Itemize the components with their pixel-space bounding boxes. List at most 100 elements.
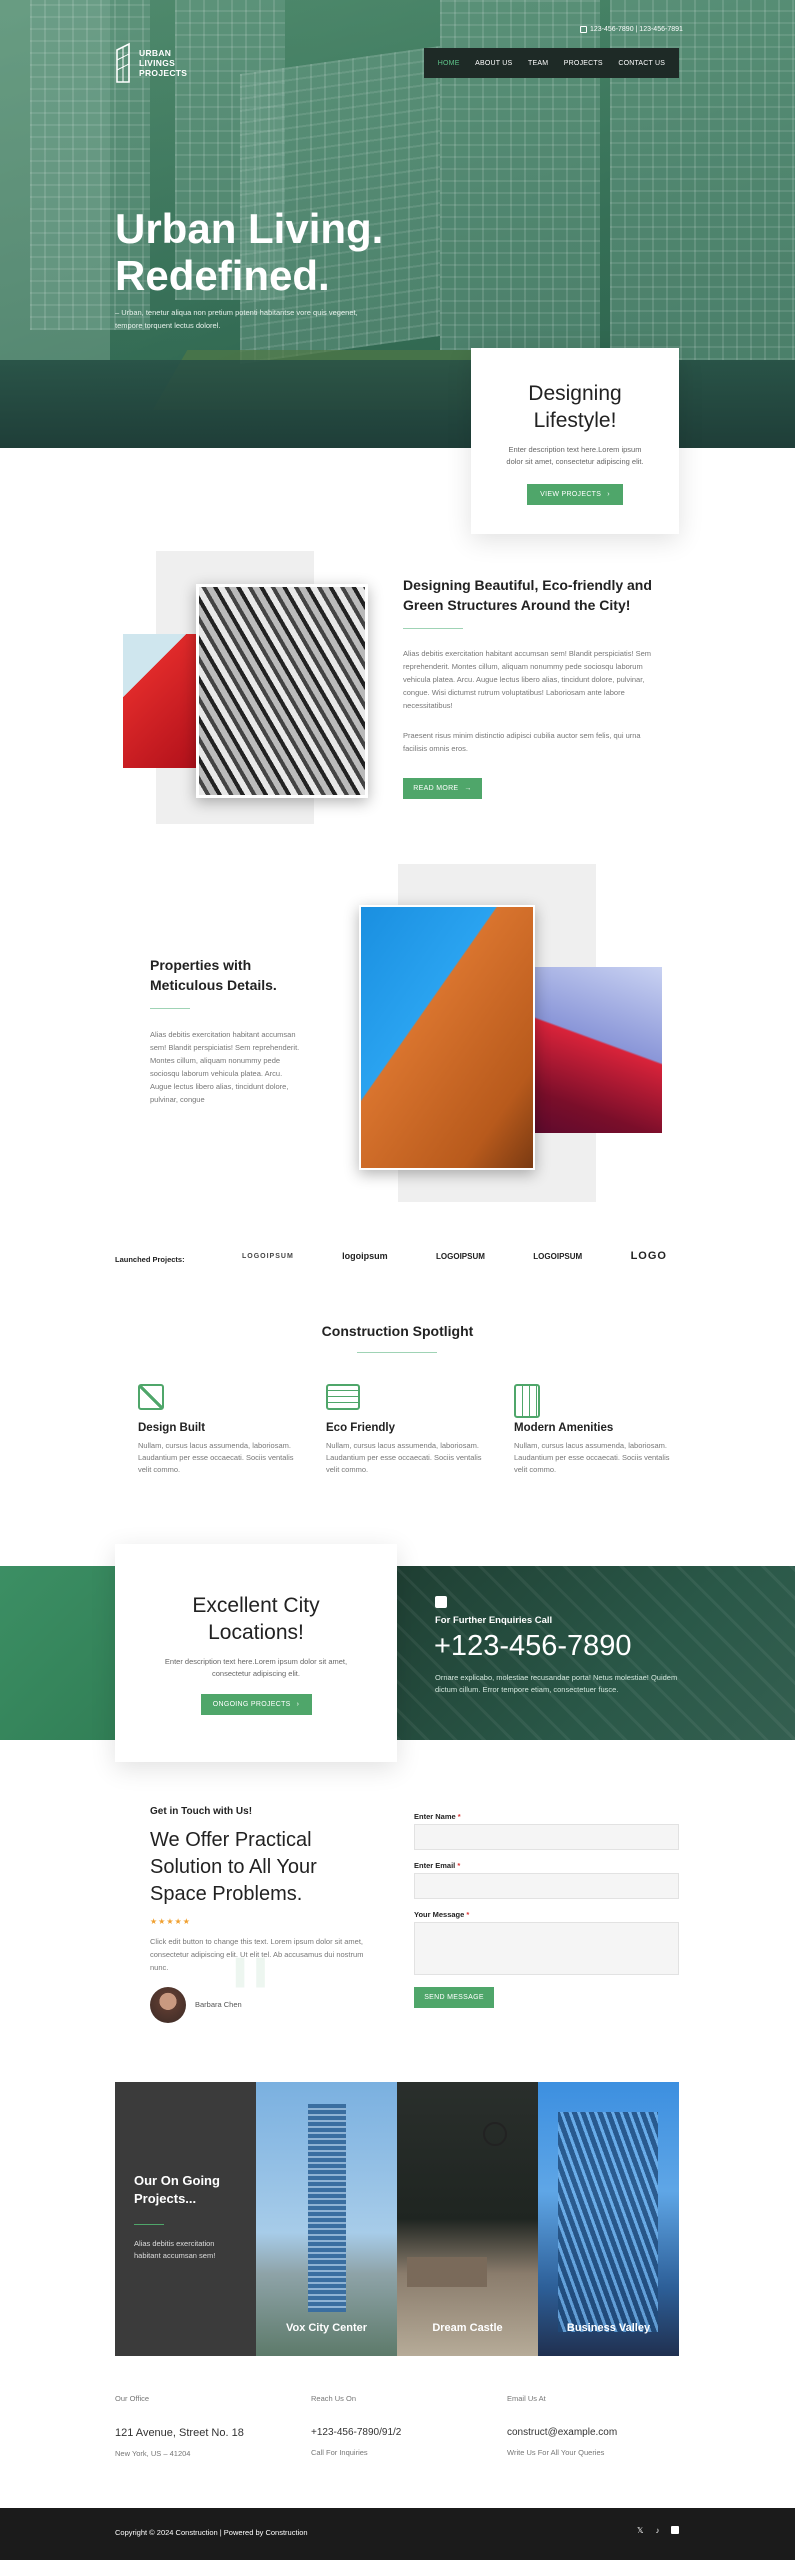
contact-title: We Offer Practical Solution to All Your …	[150, 1829, 317, 1905]
rating-stars: ★★★★★	[150, 1917, 191, 1926]
reach-phone[interactable]: +123-456-7890/91/2	[311, 2427, 401, 2438]
email-input[interactable]	[414, 1873, 679, 1899]
copyright-text: Copyright © 2024 Construction | Powered …	[115, 2528, 308, 2537]
nav-team[interactable]: TEAM	[528, 60, 548, 67]
office-address: 121 Avenue, Street No. 18	[115, 2427, 244, 2439]
email-address[interactable]: construct@example.com	[507, 2427, 617, 2438]
enquiries-phone[interactable]: +123-456-7890	[434, 1630, 632, 1663]
view-projects-label: VIEW PROJECTS	[540, 491, 602, 498]
partner-logo-1[interactable]: LOGOIPSUM	[242, 1253, 294, 1260]
view-projects-button[interactable]: VIEW PROJECTS ›	[527, 484, 623, 505]
office-city: New York, US – 41204	[115, 2449, 191, 2458]
top-phone[interactable]: 123-456-7890 | 123-456-7891	[580, 26, 683, 33]
read-more-label: READ MORE	[413, 785, 459, 792]
required-mark: *	[466, 1910, 470, 1919]
read-more-button[interactable]: READ MORE →	[403, 778, 482, 799]
quote-mark-icon: "	[225, 1936, 276, 2064]
email-label: Email Us At	[507, 2394, 546, 2403]
reach-label: Reach Us On	[311, 2394, 357, 2403]
nav-about[interactable]: ABOUT US	[475, 60, 512, 67]
tiktok-icon[interactable]: ♪	[655, 2526, 659, 2535]
email-label-text: Enter Email	[414, 1861, 456, 1870]
feature-design-built: Design Built Nullam, cursus lacus assume…	[138, 1384, 298, 1476]
properties-title: Properties with Meticulous Details.	[150, 957, 277, 993]
facebook-icon[interactable]	[671, 2526, 680, 2534]
arrow-right-icon: →	[464, 785, 472, 792]
properties-title-underline	[150, 1008, 190, 1009]
project-card-dream-castle[interactable]: Dream Castle	[397, 2082, 538, 2356]
office-label: Our Office	[115, 2394, 150, 2403]
author-avatar	[150, 1987, 186, 2023]
orange-building-image	[359, 905, 535, 1170]
nav-contact[interactable]: CONTACT US	[618, 60, 665, 67]
required-mark: *	[457, 1812, 461, 1821]
tower-image	[308, 2104, 346, 2312]
hero-title-line-2: Redefined.	[115, 252, 330, 299]
projects-underline	[134, 2224, 164, 2225]
site-logo[interactable]: URBAN LIVINGS PROJECTS	[115, 42, 187, 84]
building-plan-icon	[514, 1384, 540, 1418]
hero-title: Urban Living. Redefined.	[115, 205, 383, 299]
phone-icon	[580, 26, 587, 33]
partner-logo-5[interactable]: LOGO	[631, 1250, 667, 1262]
nav-projects[interactable]: PROJECTS	[564, 60, 603, 67]
project-label-1: Vox City Center	[285, 2322, 368, 2334]
ongoing-projects-label: ONGOING PROJECTS	[212, 1701, 291, 1708]
project-label-3: Business Valley	[566, 2322, 651, 2334]
feature-text-1: Nullam, cursus lacus assumenda, laborios…	[138, 1441, 294, 1474]
properties-text: Alias debitis exercitation habitant accu…	[150, 1030, 300, 1104]
partner-logo-2[interactable]: logoipsum	[342, 1251, 388, 1261]
chevron-right-icon: ›	[296, 1701, 300, 1708]
send-message-button[interactable]: SEND MESSAGE	[414, 1987, 494, 2008]
partner-logo-3[interactable]: LOGOIPSUM	[436, 1252, 485, 1261]
feature-text-3: Nullam, cursus lacus assumenda, laborios…	[514, 1441, 670, 1474]
hero-subtitle: – Urban, tenetur aliqua non pretium pote…	[115, 308, 358, 330]
footer-reach: Reach Us On +123-456-7890/91/2 Call For …	[311, 2394, 401, 2457]
contact-kicker: Get in Touch with Us!	[150, 1806, 253, 1817]
project-card-vox-city[interactable]: Vox City Center	[256, 2082, 397, 2356]
ruler-pencil-icon	[138, 1384, 164, 1410]
projects-text: Alias debitis exercitation habitant accu…	[134, 2239, 216, 2260]
name-label-text: Enter Name	[414, 1812, 456, 1821]
escalator-image	[196, 584, 368, 798]
project-card-business-valley[interactable]: Business Valley	[538, 2082, 679, 2356]
message-textarea[interactable]	[414, 1922, 679, 1975]
projects-intro-panel	[115, 2082, 256, 2356]
projects-title: Our On Going Projects...	[134, 2173, 220, 2206]
city-locations-card: Excellent City Locations! Enter descript…	[115, 1544, 397, 1762]
red-glass-building-image	[532, 967, 662, 1133]
about-title: Designing Beautiful, Eco-friendly and Gr…	[403, 577, 652, 613]
blueprint-icon	[326, 1384, 360, 1410]
top-phone-text: 123-456-7890 | 123-456-7891	[590, 26, 683, 33]
launched-logos: LOGOIPSUM logoipsum LOGOIPSUM LOGOIPSUM …	[242, 1250, 667, 1262]
reach-sub: Call For Inquiries	[311, 2448, 368, 2457]
designing-card-text: Enter description text here.Lorem ipsum …	[506, 445, 644, 466]
message-label: Your Message *	[414, 1910, 469, 1919]
social-icons: 𝕏 ♪	[637, 2526, 680, 2535]
feature-title-3: Modern Amenities	[514, 1422, 614, 1434]
required-mark: *	[457, 1861, 461, 1870]
sofa-image	[407, 2257, 487, 2287]
enquiries-text: Ornare explicabo, molestiae recusandae p…	[435, 1673, 678, 1694]
project-label-2: Dream Castle	[432, 2322, 503, 2334]
ongoing-projects-button[interactable]: ONGOING PROJECTS ›	[200, 1694, 312, 1715]
main-nav: HOME ABOUT US TEAM PROJECTS CONTACT US	[424, 48, 679, 78]
about-paragraph-2: Praesent risus minim distinctio adipisci…	[403, 731, 641, 753]
about-paragraph-1: Alias debitis exercitation habitant accu…	[403, 649, 652, 710]
name-input[interactable]	[414, 1824, 679, 1850]
red-architecture-image	[123, 634, 199, 768]
designing-lifestyle-card: Designing Lifestyle! Enter description t…	[471, 348, 679, 534]
feature-eco-friendly: Eco Friendly Nullam, cursus lacus assume…	[326, 1384, 486, 1476]
enquiries-label: For Further Enquiries Call	[435, 1615, 553, 1626]
logo-line-1: URBAN	[139, 48, 172, 58]
feature-title-1: Design Built	[138, 1422, 206, 1434]
about-title-underline	[403, 628, 463, 629]
twitter-icon[interactable]: 𝕏	[637, 2526, 643, 2535]
footer-office: Our Office 121 Avenue, Street No. 18 New…	[115, 2394, 244, 2458]
partner-logo-4[interactable]: LOGOIPSUM	[533, 1252, 582, 1261]
chevron-right-icon: ›	[607, 491, 610, 498]
spotlight-title: Construction Spotlight	[321, 1323, 474, 1339]
city-card-title: Excellent City Locations!	[192, 1594, 320, 1644]
nav-home[interactable]: HOME	[438, 60, 460, 67]
email-sub: Write Us For All Your Queries	[507, 2448, 605, 2457]
